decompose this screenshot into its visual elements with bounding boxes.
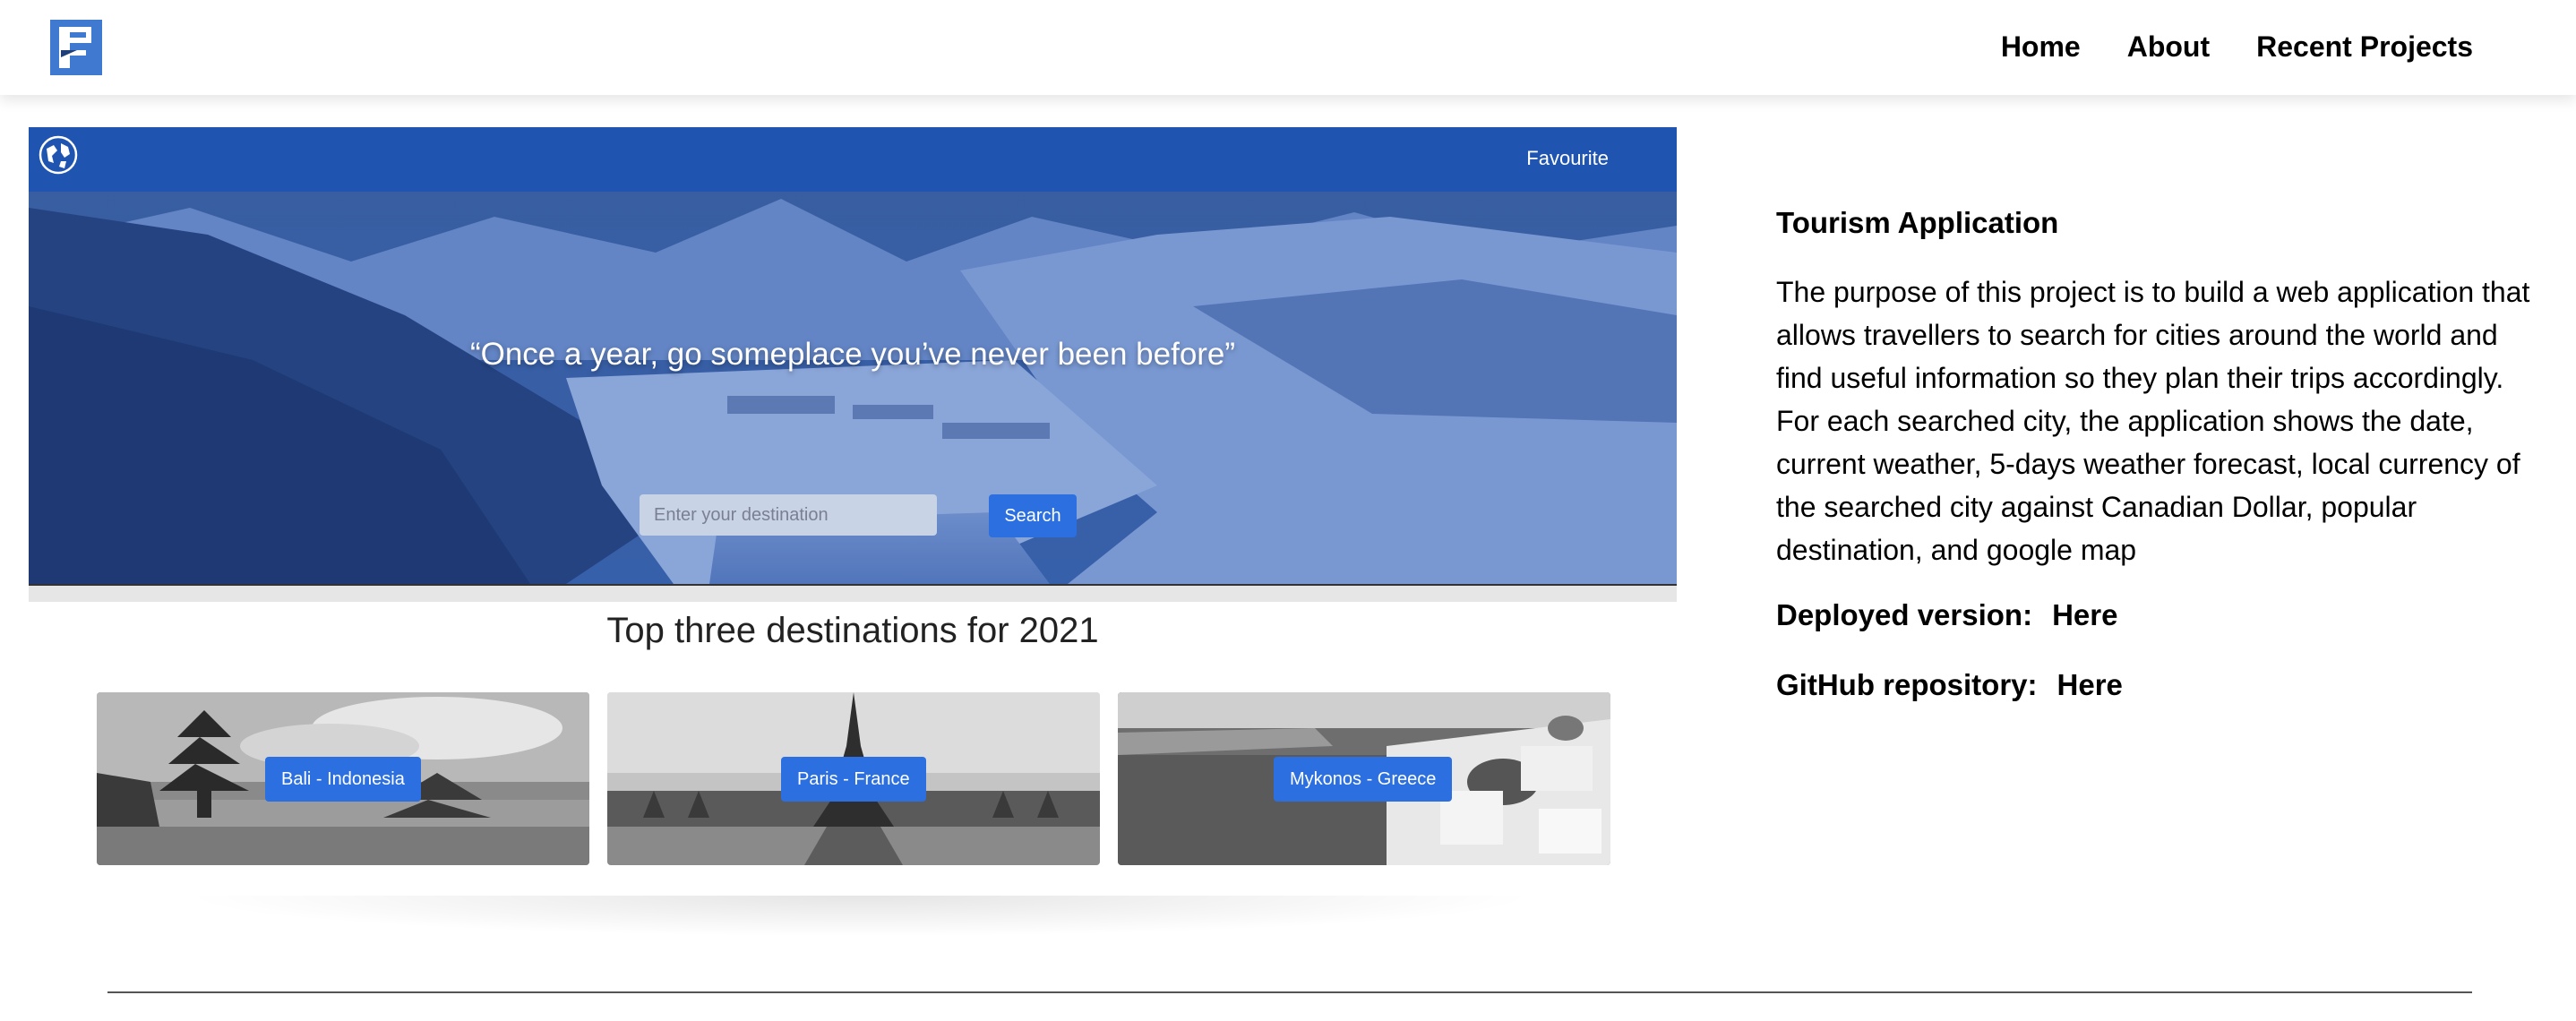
mykonos-button[interactable]: Mykonos - Greece [1274, 757, 1453, 802]
project-info: Tourism Application The purpose of this … [1776, 206, 2546, 738]
destination-card-paris[interactable]: Paris - France [607, 692, 1100, 865]
paris-button[interactable]: Paris - France [781, 757, 926, 802]
hero-divider [29, 584, 1677, 602]
bali-button[interactable]: Bali - Indonesia [265, 757, 421, 802]
project-screenshot: Favourite “Once a year, go someplace you… [29, 127, 1677, 602]
search-button[interactable]: Search [989, 494, 1077, 537]
nav-recent-projects-link[interactable]: Recent Projects [2256, 25, 2473, 68]
nav-home-link[interactable]: Home [2001, 25, 2081, 68]
deployed-row: Deployed version: Here [1776, 598, 2546, 632]
project-description: The purpose of this project is to build … [1776, 276, 2530, 566]
destinations-heading: Top three destinations for 2021 [606, 611, 1099, 650]
destination-card-mykonos[interactable]: Mykonos - Greece [1118, 692, 1610, 865]
destination-card-bali[interactable]: Bali - Indonesia [97, 692, 589, 865]
github-link[interactable]: Here [2057, 668, 2123, 701]
hero-quote: “Once a year, go someplace you’ve never … [469, 337, 1236, 372]
github-row: GitHub repository: Here [1776, 668, 2546, 702]
nav-about-link[interactable]: About [2127, 25, 2210, 68]
top-navbar: Home About Recent Projects [0, 0, 2576, 95]
favourite-link[interactable]: Favourite [1526, 147, 1609, 170]
app-navbar: Favourite [29, 127, 1677, 192]
section-divider [107, 991, 2472, 993]
portfolio-logo-icon[interactable] [50, 20, 102, 75]
card-shadow [179, 896, 1541, 937]
project-title: Tourism Application [1776, 206, 2059, 239]
deployed-link[interactable]: Here [2052, 598, 2117, 631]
deployed-label: Deployed version: [1776, 598, 2033, 631]
globe-icon[interactable] [38, 134, 79, 176]
github-label: GitHub repository: [1776, 668, 2038, 701]
nav-links: Home About Recent Projects [2001, 25, 2473, 68]
destination-search-input[interactable] [640, 494, 937, 536]
